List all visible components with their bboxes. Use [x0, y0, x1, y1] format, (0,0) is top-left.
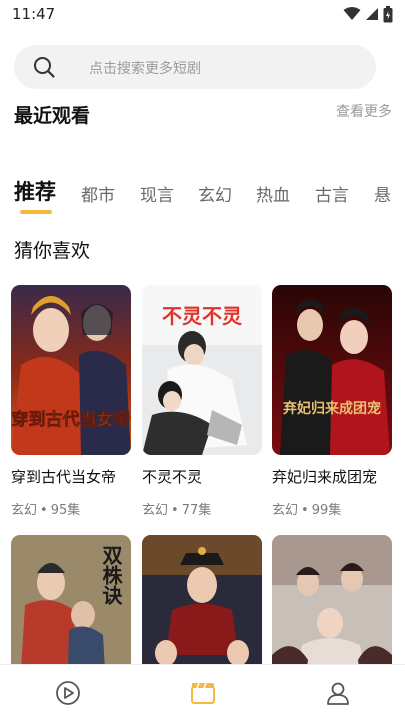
- battery-icon: [383, 5, 393, 23]
- category-tabs: 推荐 都市 现言 玄幻 热血 古言 悬: [0, 175, 405, 220]
- tab-ancient-romance[interactable]: 古言: [315, 181, 349, 206]
- view-more-link[interactable]: 查看更多: [336, 101, 392, 121]
- drama-meta: 玄幻 • 99集: [272, 503, 342, 518]
- drama-title[interactable]: 穿到古代当女帝: [11, 466, 131, 487]
- tab-fantasy[interactable]: 玄幻: [198, 181, 232, 206]
- drama-meta: 玄幻 • 77集: [142, 503, 212, 518]
- bottom-navigation: [0, 664, 405, 721]
- tab-urban[interactable]: 都市: [81, 181, 115, 206]
- drama-title[interactable]: 弃妃归来成团宠: [272, 466, 392, 487]
- drama-genre: 玄幻: [142, 503, 169, 518]
- drama-meta: 玄幻 • 95集: [11, 503, 81, 518]
- drama-poster[interactable]: 弃妃归来成团宠: [272, 285, 392, 455]
- tab-modern-romance[interactable]: 现言: [140, 181, 174, 206]
- tab-recommend[interactable]: 推荐: [14, 176, 56, 206]
- search-bar[interactable]: 点击搜索更多短剧: [14, 45, 376, 89]
- drama-episodes: 95集: [50, 503, 81, 518]
- status-time: 11:47: [12, 5, 56, 23]
- poster-title-art: 弃妃归来成团宠: [282, 400, 381, 417]
- poster-title-art: 穿到古代当女帝: [12, 409, 131, 430]
- tab-hot-blooded[interactable]: 热血: [256, 181, 290, 206]
- recent-section-title: 最近观看: [14, 105, 91, 127]
- drama-episodes: 77集: [181, 503, 212, 518]
- poster-title-art: 双株诀: [99, 545, 123, 606]
- guess-you-like-title: 猜你喜欢: [14, 240, 91, 262]
- active-tab-indicator: [20, 210, 52, 214]
- status-bar: 11:47: [0, 0, 405, 30]
- drama-poster[interactable]: 穿到古代当女帝: [11, 285, 131, 455]
- status-icons: [343, 4, 393, 24]
- drama-genre: 玄幻: [272, 503, 299, 518]
- tab-suspense[interactable]: 悬: [374, 181, 391, 206]
- drama-genre: 玄幻: [11, 503, 38, 518]
- profile-icon[interactable]: [324, 679, 352, 707]
- play-icon[interactable]: [54, 679, 82, 707]
- poster-title-art: 不灵不灵: [162, 304, 243, 328]
- search-placeholder[interactable]: 点击搜索更多短剧: [89, 58, 201, 78]
- search-icon: [32, 55, 56, 79]
- drama-title[interactable]: 不灵不灵: [142, 466, 262, 487]
- drama-poster[interactable]: 不灵不灵: [142, 285, 262, 455]
- drama-episodes: 99集: [311, 503, 342, 518]
- clapperboard-icon[interactable]: [189, 679, 217, 707]
- wifi-icon: [343, 7, 361, 21]
- signal-icon: [365, 7, 379, 21]
